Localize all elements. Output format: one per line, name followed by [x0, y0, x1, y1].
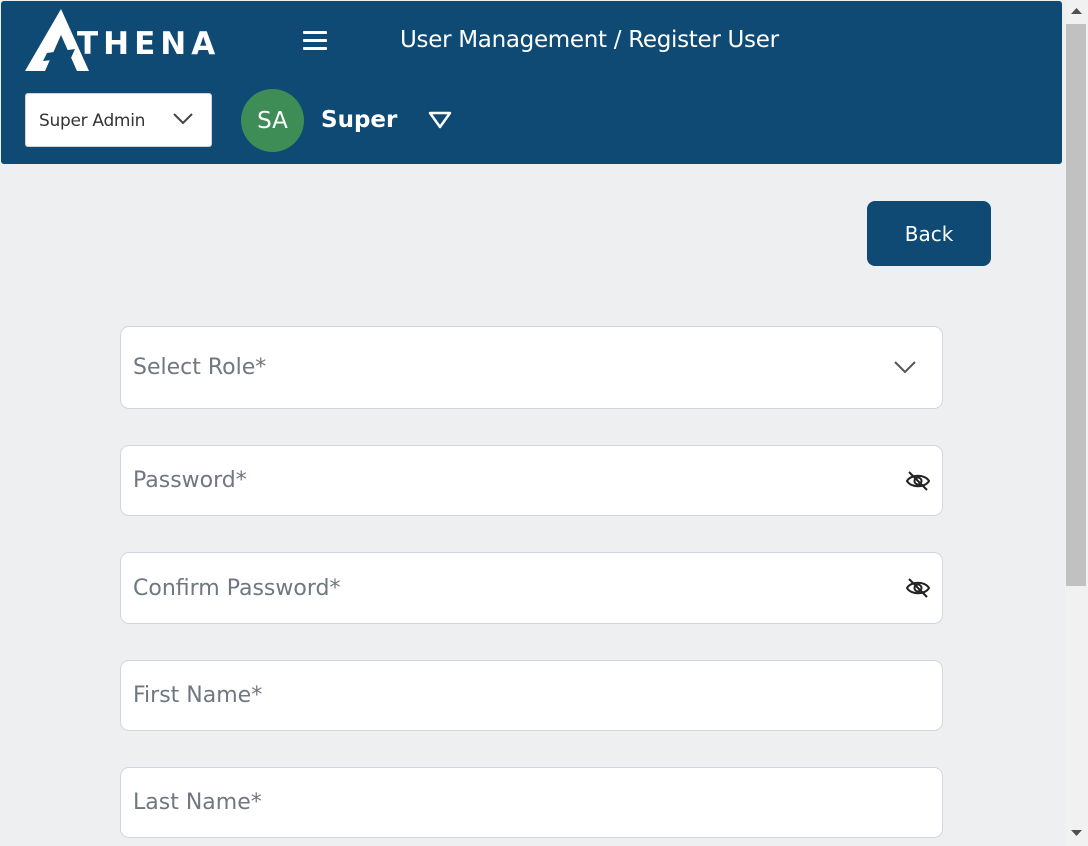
scroll-up-arrow-icon[interactable] [1071, 7, 1082, 15]
back-button[interactable]: Back [867, 201, 991, 266]
org-role-select-value: Super Admin [39, 111, 146, 131]
athena-logo[interactable]: THENA [25, 9, 225, 73]
hamburger-menu-icon[interactable] [303, 29, 329, 51]
eye-off-icon[interactable] [905, 577, 931, 599]
scrollbar-thumb[interactable] [1066, 24, 1086, 586]
first-name-input[interactable] [121, 661, 942, 730]
role-select[interactable]: Select Role* [120, 326, 943, 409]
confirm-password-field[interactable] [120, 552, 943, 624]
chevron-down-icon [894, 361, 916, 374]
eye-off-icon[interactable] [905, 470, 931, 492]
user-menu-triangle-icon[interactable] [428, 111, 452, 129]
role-select-placeholder: Select Role* [133, 355, 267, 380]
org-role-select[interactable]: Super Admin [25, 93, 212, 147]
user-name: Super [321, 107, 398, 133]
first-name-field[interactable] [120, 660, 943, 731]
password-field[interactable] [120, 445, 943, 516]
avatar[interactable]: SA [241, 89, 304, 152]
vertical-scrollbar[interactable] [1065, 0, 1088, 846]
password-input[interactable] [121, 446, 942, 515]
top-header: THENA User Management / Register User Su… [1, 1, 1062, 164]
scroll-down-arrow-icon[interactable] [1071, 829, 1082, 837]
logo-text: THENA [77, 26, 221, 62]
chevron-down-icon [173, 113, 193, 125]
confirm-password-input[interactable] [121, 553, 942, 623]
last-name-input[interactable] [121, 768, 942, 837]
last-name-field[interactable] [120, 767, 943, 838]
breadcrumb: User Management / Register User [400, 27, 779, 53]
